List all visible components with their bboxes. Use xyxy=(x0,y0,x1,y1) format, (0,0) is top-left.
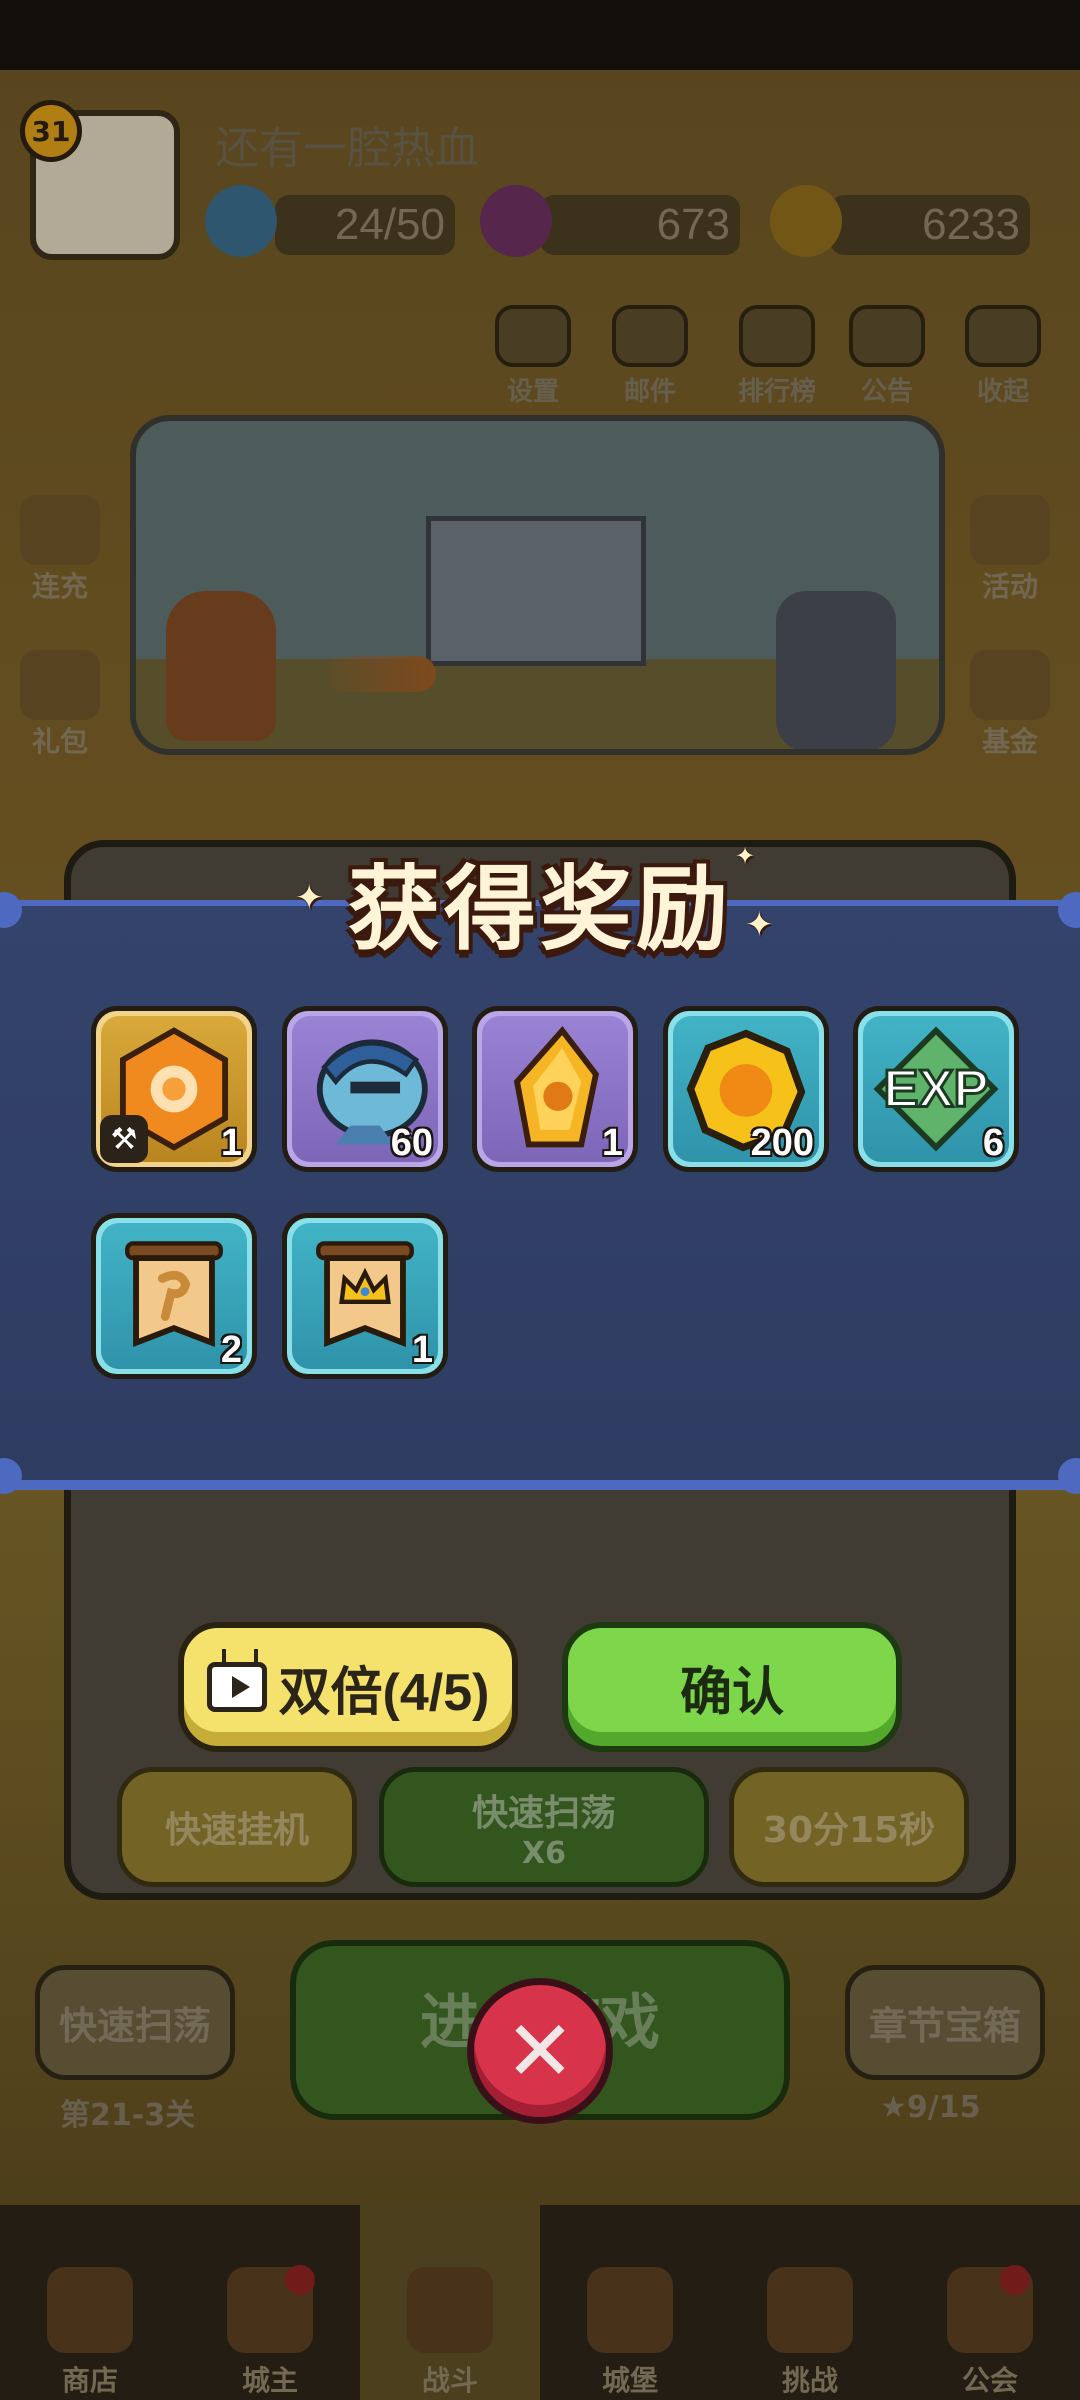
confirm-label: 确认 xyxy=(679,1663,784,1722)
double-reward-label: 双倍(4/5) xyxy=(278,1663,490,1722)
sparkle-icon: ✦ xyxy=(745,905,774,945)
reward-item-hammer-scroll[interactable]: 2 xyxy=(91,1213,257,1379)
confirm-button[interactable]: 确认 xyxy=(562,1622,902,1752)
reward-item-relic[interactable]: ⚒ 1 xyxy=(91,1006,257,1172)
banner-corner-ornament xyxy=(1058,1458,1080,1494)
sparkle-icon: ✦ xyxy=(735,842,756,870)
close-button[interactable]: ✕ xyxy=(467,1978,613,2124)
reward-item-hero-shard[interactable]: 60 xyxy=(282,1006,448,1172)
exp-text: EXP xyxy=(883,1060,988,1119)
reward-banner xyxy=(0,892,1080,1494)
sparkle-icon: ✦ xyxy=(295,878,324,918)
reward-item-exp[interactable]: EXP 6 xyxy=(853,1006,1019,1172)
reward-banner-fill xyxy=(0,906,1080,1480)
close-icon: ✕ xyxy=(504,2002,576,2100)
double-reward-button[interactable]: 双倍(4/5) xyxy=(178,1622,518,1752)
reward-item-gold-coin[interactable]: 200 xyxy=(663,1006,829,1172)
item-quantity: 200 xyxy=(750,1122,814,1164)
reward-item-crown-scroll[interactable]: 1 xyxy=(282,1213,448,1379)
hammer-badge-icon: ⚒ xyxy=(100,1115,148,1163)
item-quantity: 2 xyxy=(220,1329,242,1371)
reward-item-fire-crystal[interactable]: 1 xyxy=(472,1006,638,1172)
item-quantity: 1 xyxy=(220,1122,242,1164)
video-ad-icon xyxy=(206,1662,267,1712)
item-quantity: 60 xyxy=(390,1122,433,1164)
item-quantity: 1 xyxy=(601,1122,623,1164)
reward-title: 获得奖励 xyxy=(347,856,732,963)
item-quantity: 6 xyxy=(982,1122,1004,1164)
game-screen: 31 还有一腔热血 24/50 673 6233 设置 邮件 排行榜 公告 收起… xyxy=(0,0,1080,2400)
item-quantity: 1 xyxy=(411,1329,433,1371)
